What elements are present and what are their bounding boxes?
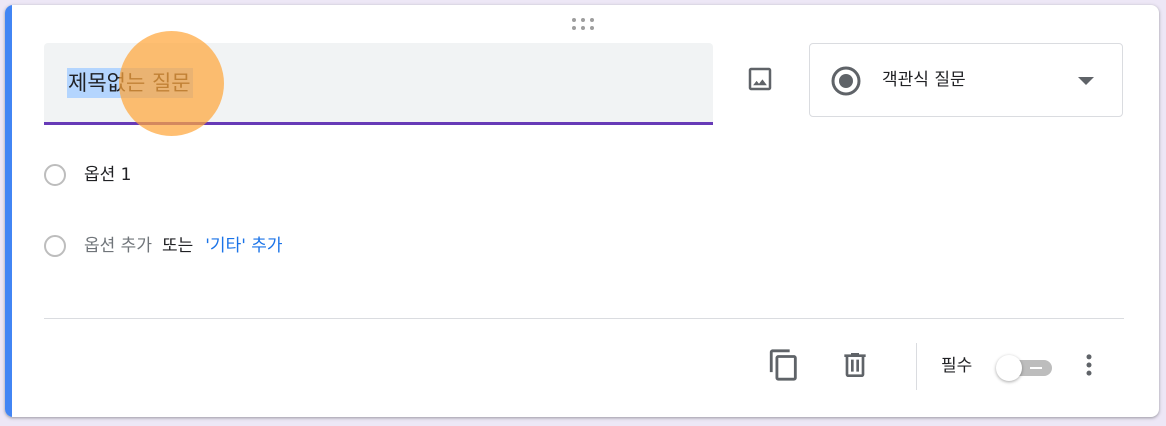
more-options-button[interactable] [1069, 345, 1109, 385]
image-icon [748, 67, 772, 91]
active-card-indicator [5, 5, 12, 417]
question-title-field[interactable]: 제목없는 질문 [44, 43, 713, 125]
drag-handle-icon[interactable] [572, 18, 598, 32]
radio-outline-icon [44, 235, 66, 257]
required-toggle[interactable] [996, 355, 1052, 381]
question-type-dropdown[interactable]: 객관식 질문 [809, 43, 1123, 117]
radio-outline-icon [44, 164, 66, 186]
more-vert-icon [1086, 354, 1092, 376]
add-option-button[interactable]: 옵션 추가 [84, 234, 152, 258]
add-option-row: 옵션 추가 또는 '기타' 추가 [44, 231, 283, 261]
content-copy-icon [769, 349, 797, 381]
duplicate-button[interactable] [764, 345, 804, 385]
toggle-thumb [996, 355, 1022, 381]
question-card[interactable]: 제목없는 질문 객관식 질문 옵션 1 옵션 추가 또는 '기타' 추가 필수 [5, 5, 1159, 417]
arrow-drop-down-icon [1078, 77, 1094, 85]
required-label: 필수 [941, 356, 973, 376]
delete-button[interactable] [835, 345, 875, 385]
option-label[interactable]: 옵션 1 [84, 163, 132, 187]
option-row[interactable]: 옵션 1 [44, 160, 132, 190]
add-image-button[interactable] [740, 59, 780, 99]
footer-separator [916, 343, 917, 390]
trash-icon [844, 353, 866, 377]
question-title-text[interactable]: 제목없는 질문 [67, 68, 193, 98]
footer-divider [44, 318, 1124, 319]
add-other-link[interactable]: '기타' 추가 [205, 234, 282, 258]
question-type-label: 객관식 질문 [882, 70, 966, 90]
radio-button-checked-icon [831, 66, 861, 96]
or-separator-text: 또는 [161, 236, 194, 256]
